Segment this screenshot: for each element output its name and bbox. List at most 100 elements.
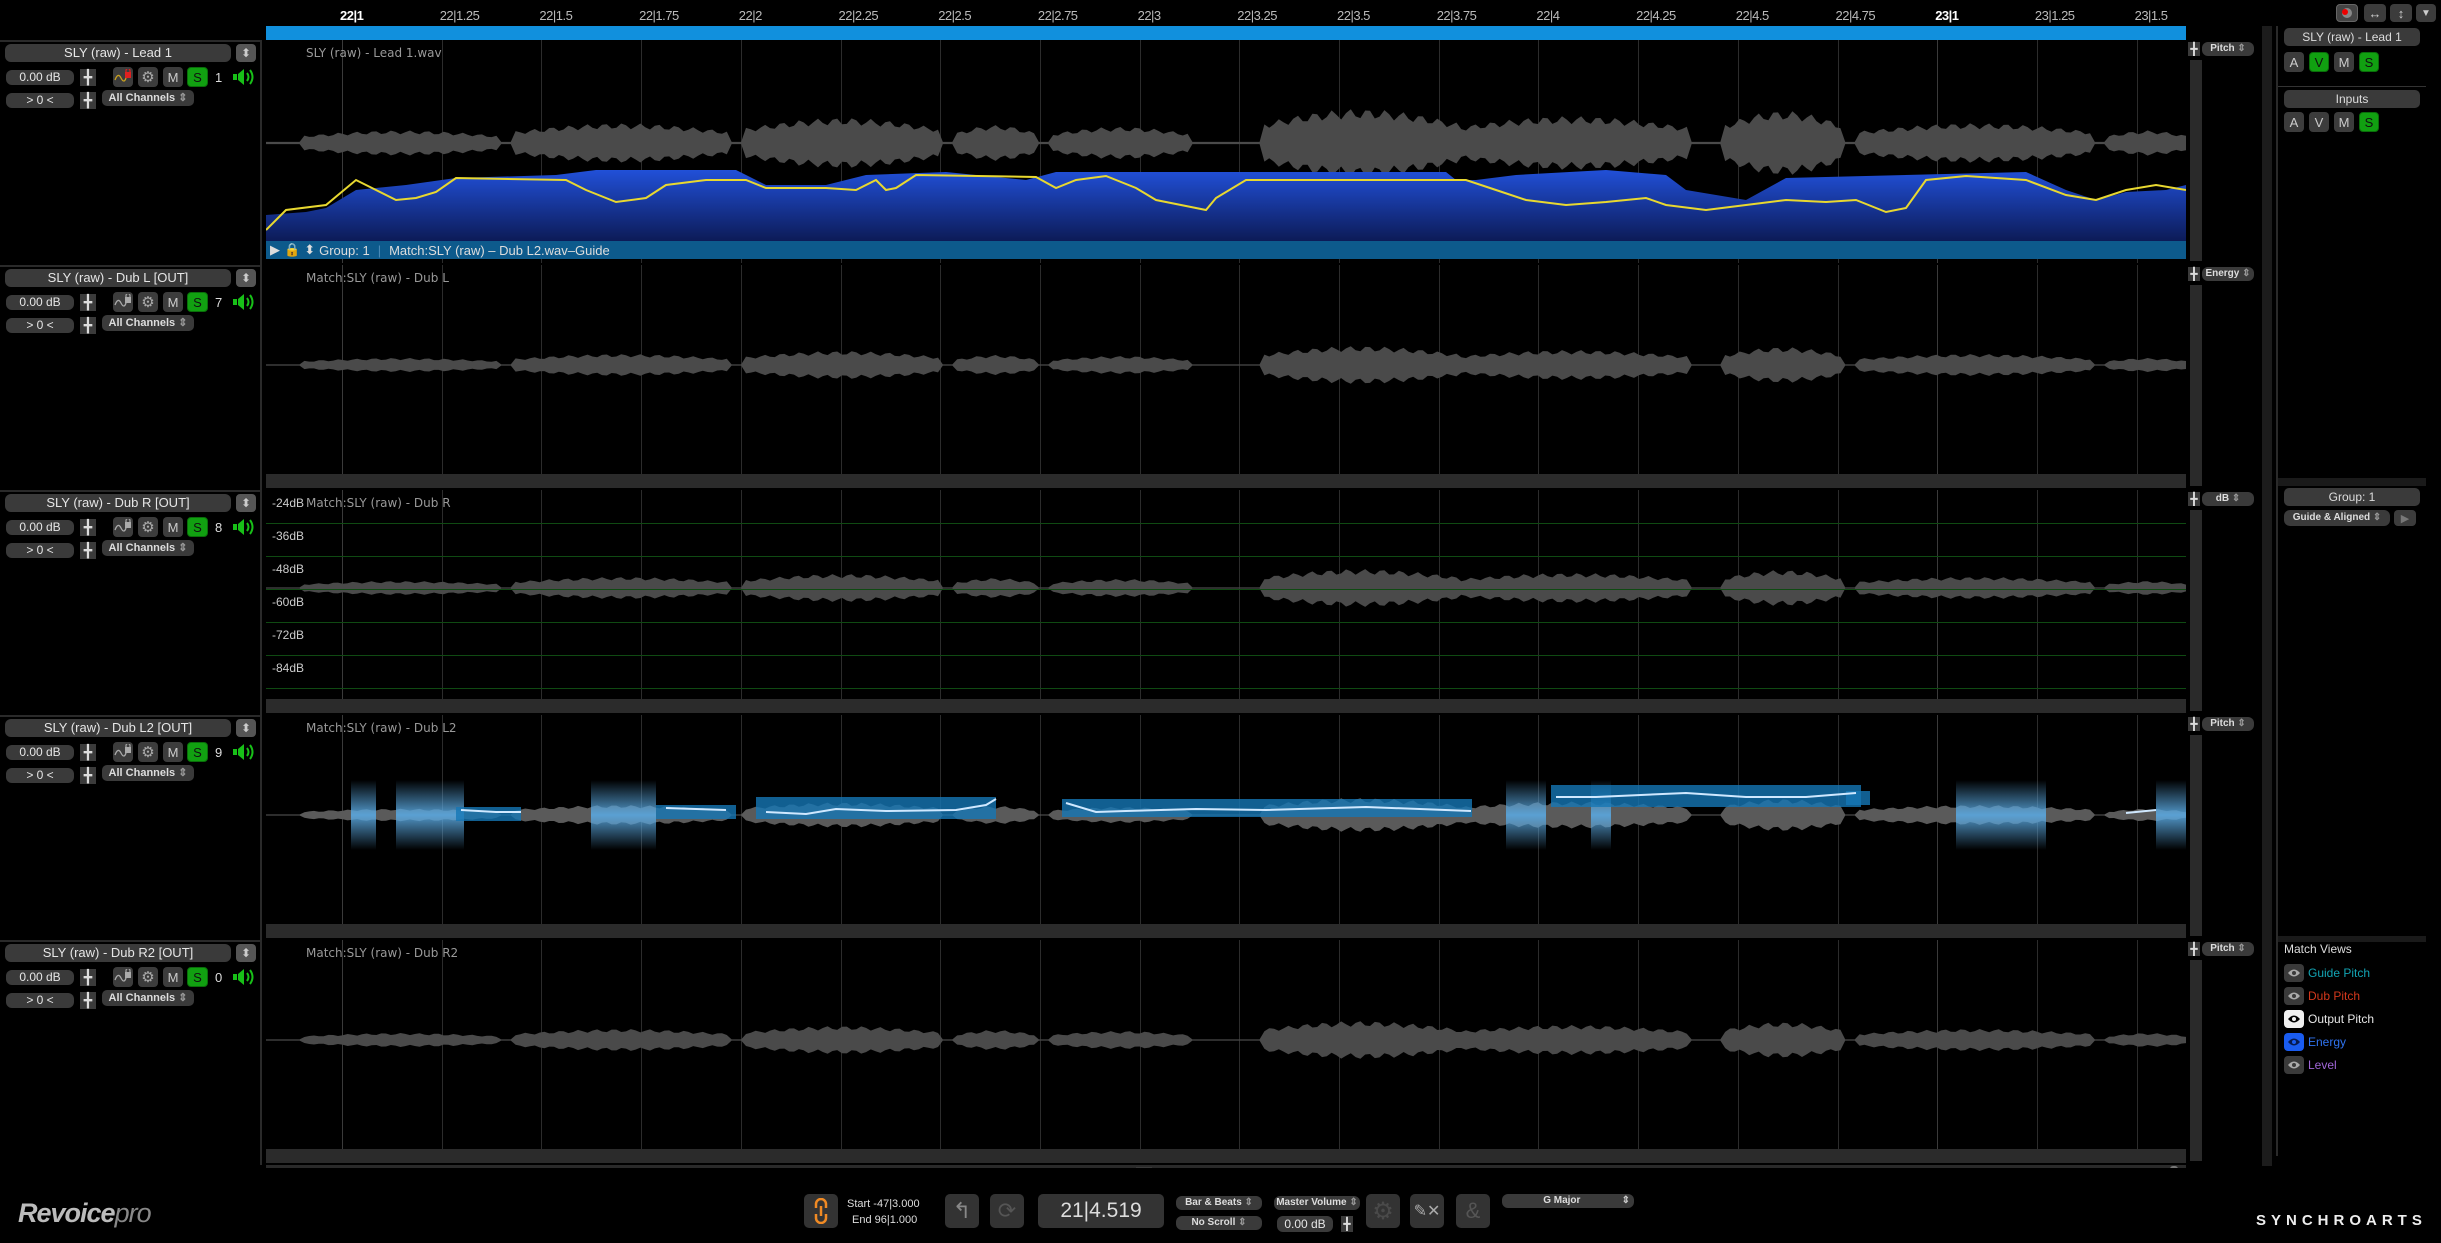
gain-fader[interactable]: ╋ — [80, 69, 96, 86]
panel-toggle-v[interactable]: V — [2309, 112, 2329, 132]
solo-button[interactable]: S — [187, 967, 208, 987]
speaker-button[interactable] — [232, 517, 256, 537]
gain-fader[interactable]: ╋ — [80, 519, 96, 536]
track-collapse-button[interactable]: ⬍ — [236, 269, 256, 287]
panel-toggle-m[interactable]: M — [2334, 52, 2354, 72]
group-mode-select[interactable]: Guide & Aligned ⇕ — [2284, 510, 2390, 526]
lane-scrollbar[interactable] — [266, 924, 2186, 938]
time-format-select[interactable]: Bar & Beats ⇕ — [1176, 1196, 1262, 1210]
view-mode-select[interactable]: Energy ⇕ — [2202, 267, 2254, 281]
track-name[interactable]: SLY (raw) - Dub R2 [OUT] — [5, 944, 231, 962]
solo-button[interactable]: S — [187, 517, 208, 537]
panel-toggle-s[interactable]: S — [2359, 112, 2379, 132]
track-lane[interactable]: ▶ 🔒 ⬍ Group: 1 | Match:SLY (raw) – Dub L… — [266, 40, 2186, 263]
track-name[interactable]: SLY (raw) - Lead 1 — [5, 44, 231, 62]
match-view-item[interactable]: Output Pitch — [2284, 1010, 2374, 1028]
lane-scrollbar[interactable] — [266, 699, 2186, 713]
mute-button[interactable]: M — [163, 67, 183, 87]
track-gain[interactable]: 0.00 dB — [6, 295, 74, 310]
expand-horizontal-button[interactable]: ↔ — [2364, 4, 2386, 22]
view-mode-select[interactable]: Pitch ⇕ — [2202, 942, 2254, 956]
view-mode-select[interactable]: Pitch ⇕ — [2202, 717, 2254, 731]
group-play-button[interactable]: ▶ — [2394, 510, 2416, 526]
track-lane[interactable]: -24dB -36dB -48dB -60dB -72dB -84dB Match:SLY … — [266, 490, 2186, 713]
mute-button[interactable]: M — [163, 292, 183, 312]
eye-icon[interactable] — [2284, 1056, 2304, 1074]
track-settings-button[interactable]: ⚙ — [138, 967, 158, 987]
master-volume-value[interactable]: 0.00 dB — [1277, 1216, 1333, 1232]
menu-dropdown-button[interactable]: ▼ — [2416, 4, 2436, 22]
track-collapse-button[interactable]: ⬍ — [236, 719, 256, 737]
lock-button[interactable] — [113, 67, 133, 87]
panel-toggle-a[interactable]: A — [2284, 112, 2304, 132]
vertical-scroll-track[interactable] — [2190, 285, 2202, 486]
offset-fader[interactable]: ╋ — [80, 992, 96, 1009]
dub-remove-button[interactable]: ✎✕ — [1410, 1194, 1444, 1228]
speaker-button[interactable] — [232, 292, 256, 312]
match-view-item[interactable]: Level — [2284, 1056, 2337, 1074]
panel-toggle-s[interactable]: S — [2359, 52, 2379, 72]
solo-button[interactable]: S — [187, 292, 208, 312]
match-view-item[interactable]: Guide Pitch — [2284, 964, 2370, 982]
expand-vertical-button[interactable]: ↕ — [2390, 4, 2412, 22]
track-name[interactable]: SLY (raw) - Dub R [OUT] — [5, 494, 231, 512]
channels-select[interactable]: All Channels ⇕ — [102, 540, 194, 556]
vertical-scroll-track[interactable] — [2190, 510, 2202, 711]
channels-select[interactable]: All Channels ⇕ — [102, 90, 194, 106]
offset-fader[interactable]: ╋ — [80, 767, 96, 784]
track-name[interactable]: SLY (raw) - Dub L2 [OUT] — [5, 719, 231, 737]
vertical-zoom-fader[interactable]: ╋ — [2188, 492, 2200, 506]
channels-select[interactable]: All Channels ⇕ — [102, 990, 194, 1006]
solo-button[interactable]: S — [187, 742, 208, 762]
match-view-item[interactable]: Energy — [2284, 1033, 2346, 1051]
track-collapse-button[interactable]: ⬍ — [236, 494, 256, 512]
scroll-mode-select[interactable]: No Scroll ⇕ — [1176, 1216, 1262, 1230]
vertical-scroll-track[interactable] — [2190, 960, 2202, 1161]
track-gain[interactable]: 0.00 dB — [6, 520, 74, 535]
record-settings-button[interactable] — [2336, 4, 2358, 22]
speaker-button[interactable] — [232, 967, 256, 987]
vertical-scroll-track[interactable] — [2190, 60, 2202, 261]
lock-button[interactable] — [113, 967, 133, 987]
track-lane[interactable]: Match:SLY (raw) - Dub R2 — [266, 940, 2186, 1163]
loop-button[interactable]: ⟳ — [990, 1194, 1024, 1228]
mute-button[interactable]: M — [163, 742, 183, 762]
lane-scrollbar[interactable] — [266, 474, 2186, 488]
master-volume-select[interactable]: Master Volume ⇕ — [1274, 1196, 1360, 1210]
track-gain[interactable]: 0.00 dB — [6, 70, 74, 85]
track-settings-button[interactable]: ⚙ — [138, 517, 158, 537]
eye-icon[interactable] — [2284, 1033, 2304, 1051]
link-button[interactable] — [804, 1194, 838, 1228]
offset-fader[interactable]: ╋ — [80, 317, 96, 334]
view-mode-select[interactable]: dB ⇕ — [2202, 492, 2254, 506]
channels-select[interactable]: All Channels ⇕ — [102, 315, 194, 331]
ampersand-button[interactable]: & — [1456, 1194, 1490, 1228]
gain-fader[interactable]: ╋ — [80, 744, 96, 761]
lock-button[interactable] — [113, 742, 133, 762]
track-collapse-button[interactable]: ⬍ — [236, 44, 256, 62]
timeline-range-bar[interactable] — [266, 26, 2186, 40]
track-offset[interactable]: > 0 < — [6, 318, 74, 333]
speaker-button[interactable] — [232, 67, 256, 87]
vertical-scroll-track[interactable] — [2190, 735, 2202, 936]
offset-fader[interactable]: ╋ — [80, 542, 96, 559]
speaker-button[interactable] — [232, 742, 256, 762]
key-select[interactable]: G Major ⇕ — [1502, 1194, 1634, 1208]
solo-button[interactable]: S — [187, 67, 208, 87]
track-offset[interactable]: > 0 < — [6, 768, 74, 783]
track-offset[interactable]: > 0 < — [6, 993, 74, 1008]
match-view-item[interactable]: Dub Pitch — [2284, 987, 2360, 1005]
track-name[interactable]: SLY (raw) - Dub L [OUT] — [5, 269, 231, 287]
eye-icon[interactable] — [2284, 1010, 2304, 1028]
track-offset[interactable]: > 0 < — [6, 543, 74, 558]
view-mode-select[interactable]: Pitch ⇕ — [2202, 42, 2254, 56]
vertical-scrollbar[interactable] — [2262, 26, 2272, 1166]
track-gain[interactable]: 0.00 dB — [6, 745, 74, 760]
position-display[interactable]: 21|4.519 — [1038, 1194, 1164, 1228]
vertical-zoom-fader[interactable]: ╋ — [2188, 942, 2200, 956]
panel-toggle-a[interactable]: A — [2284, 52, 2304, 72]
panel-toggle-v[interactable]: V — [2309, 52, 2329, 72]
timeline-ruler[interactable]: 22|1 22|1.25 22|1.5 22|1.75 22|2 22|2.25 22|2.… — [266, 0, 2186, 26]
track-collapse-button[interactable]: ⬍ — [236, 944, 256, 962]
eye-icon[interactable] — [2284, 987, 2304, 1005]
